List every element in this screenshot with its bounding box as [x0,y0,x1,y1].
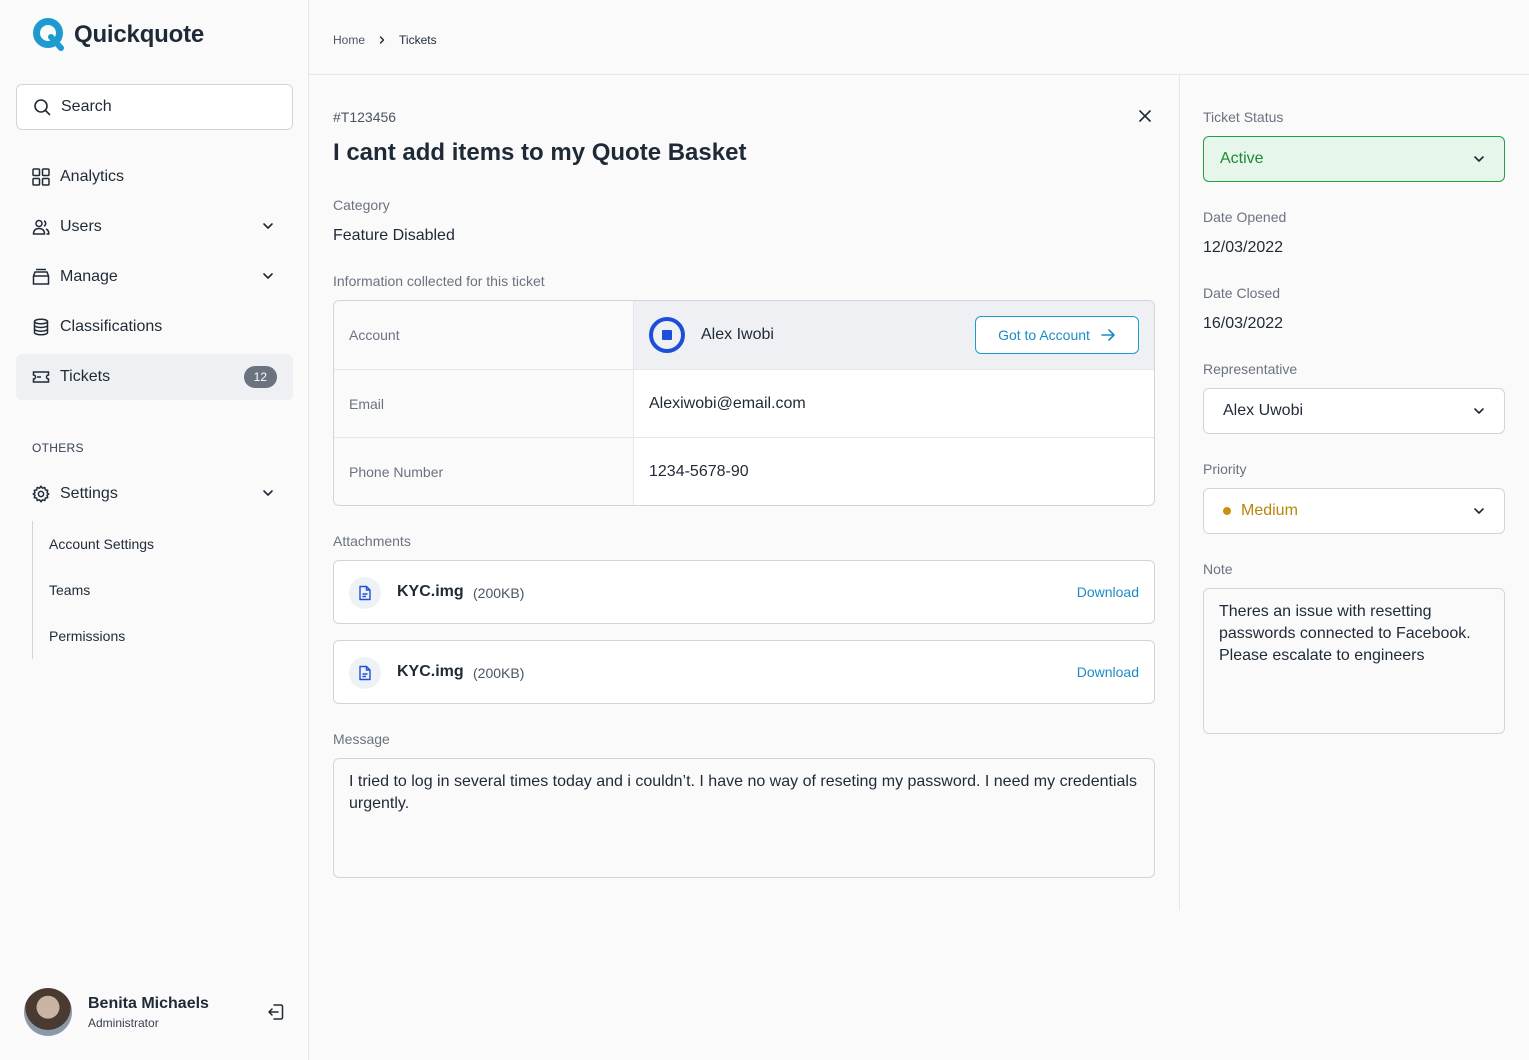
logo[interactable]: Quickquote [32,18,204,51]
representative-select[interactable]: Alex Uwobi [1203,388,1505,434]
attachment-name: KYC.img [397,583,464,600]
sidebar-item-label: Settings [60,485,118,502]
sidebar-item-manage[interactable]: Manage [16,254,293,300]
sidebar-item-classifications[interactable]: Classifications [16,304,293,350]
subnav-item-teams[interactable]: Teams [49,582,90,598]
close-icon[interactable] [1138,109,1152,123]
user-name: Benita Michaels [88,994,209,1012]
ticket-status-label: Ticket Status [1203,109,1284,125]
sidebar-item-label: Classifications [60,318,163,335]
subnav-item-account-settings[interactable]: Account Settings [49,536,154,552]
info-key-phone: Phone Number [334,438,634,505]
breadcrumb: Home Tickets [333,33,437,47]
ticket-info-table: Account Alex Iwobi Got to Account Email … [333,300,1155,506]
priority-select[interactable]: Medium [1203,488,1505,534]
ticket-details-sidebar: Ticket Status Active Date Opened 12/03/2… [1180,75,1529,910]
chevron-down-icon [263,223,273,229]
ticket-status-value: Active [1220,150,1264,167]
file-icon [349,577,381,609]
sidebar-item-label: Users [60,218,102,235]
logout-icon[interactable] [266,1002,286,1022]
sidebar-item-label: Tickets [60,368,111,385]
grid-icon [32,168,50,186]
date-opened-value: 12/03/2022 [1203,239,1284,256]
info-section-label: Information collected for this ticket [333,273,545,289]
message-label: Message [333,731,390,747]
note-box[interactable]: Theres an issue with resetting passwords… [1203,588,1505,734]
date-closed-value: 16/03/2022 [1203,315,1284,332]
ticket-icon [32,371,50,383]
sidebar-item-settings[interactable]: Settings [16,471,293,517]
message-box: I tried to log in several times today an… [333,758,1155,878]
go-to-account-button[interactable]: Got to Account [975,316,1139,354]
file-icon [349,657,381,689]
database-icon [33,318,49,336]
date-opened-label: Date Opened [1203,209,1287,225]
representative-label: Representative [1203,361,1298,377]
note-label: Note [1203,561,1233,577]
brand-name: Quickquote [74,20,205,48]
chevron-down-icon [1474,408,1484,414]
chevron-down-icon [263,490,273,496]
date-closed-label: Date Closed [1203,285,1281,301]
attachment-name: KYC.img [397,663,464,680]
info-row-phone: Phone Number 1234-5678-90 [334,438,1154,505]
info-value-account: Alex Iwobi Got to Account [634,301,1154,369]
go-to-account-label: Got to Account [998,327,1090,343]
account-name: Alex Iwobi [701,326,774,343]
info-key-account: Account [334,301,634,369]
avatar[interactable] [24,988,72,1036]
info-value-phone: 1234-5678-90 [649,463,749,480]
box-icon [32,268,50,285]
attachment-item: KYC.img (200KB) Download [333,640,1155,704]
tickets-count-badge: 12 [243,366,277,388]
sidebar-item-label: Analytics [60,168,125,185]
download-link[interactable]: Download [1077,584,1139,600]
users-icon [32,219,50,235]
breadcrumb-home[interactable]: Home [333,33,365,47]
priority-value: Medium [1241,502,1298,519]
info-row-email: Email Alexiwobi@email.com [334,370,1154,438]
others-section-label: OTHERS [32,441,84,455]
category-label: Category [333,197,390,213]
attachment-item: KYC.img (200KB) Download [333,560,1155,624]
ticket-detail-panel: #T123456 I cant add items to my Quote Ba… [309,75,1180,910]
chevron-right-icon [379,36,385,44]
quickquote-logo-icon [33,18,64,51]
user-role: Administrator [88,1015,159,1030]
info-row-account: Account Alex Iwobi Got to Account [334,301,1154,370]
priority-dot-icon [1223,507,1231,515]
search-icon [34,99,51,116]
attachment-size: (200KB) [473,585,525,601]
arrow-right-icon [1101,329,1115,341]
settings-subnav: Account Settings Teams Permissions [32,521,154,659]
user-profile: Benita Michaels Administrator [24,988,294,1036]
info-key-email: Email [334,370,634,437]
category-value: Feature Disabled [333,227,455,244]
representative-value: Alex Uwobi [1223,402,1304,419]
download-link[interactable]: Download [1077,664,1139,680]
ticket-title: I cant add items to my Quote Basket [333,139,747,166]
sidebar-item-label: Manage [60,268,118,285]
search-input[interactable] [61,98,261,116]
ticket-status-select[interactable]: Active [1203,136,1505,182]
info-value-email: Alexiwobi@email.com [649,394,806,412]
chevron-down-icon [1474,156,1484,162]
topbar: Home Tickets [309,0,1529,75]
sidebar-item-tickets[interactable]: Tickets 12 [16,354,293,400]
chevron-down-icon [263,273,273,279]
ticket-id: #T123456 [333,109,397,125]
attachment-size: (200KB) [473,665,525,681]
chevron-down-icon [1474,508,1484,514]
priority-label: Priority [1203,461,1247,477]
sidebar: Quickquote Analytics Users Manage Classi… [0,0,309,1060]
account-icon [649,317,685,353]
gear-icon [32,485,50,503]
sidebar-item-analytics[interactable]: Analytics [16,154,293,200]
attachments-label: Attachments [333,533,411,549]
sidebar-item-users[interactable]: Users [16,204,293,250]
breadcrumb-current: Tickets [399,33,437,47]
subnav-item-permissions[interactable]: Permissions [49,628,125,644]
search-box[interactable] [16,84,293,130]
